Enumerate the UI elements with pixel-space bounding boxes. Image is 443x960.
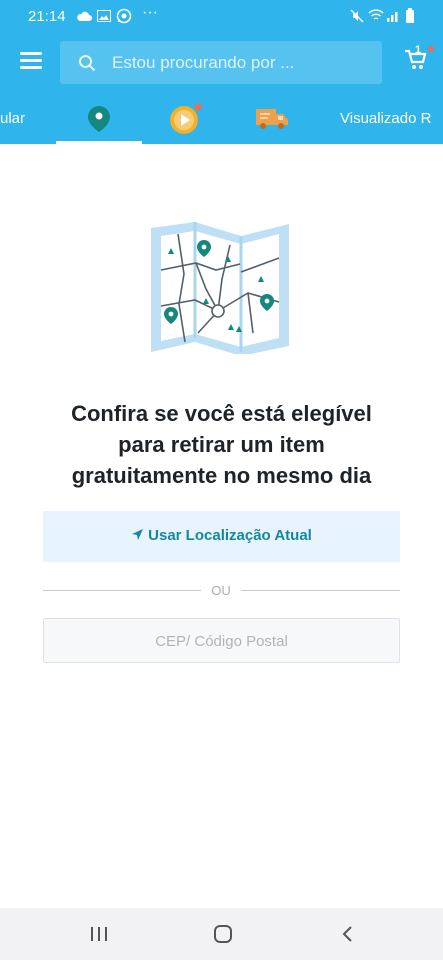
search-input[interactable]: Estou procurando por ... (60, 41, 382, 84)
headline-line-1: Confira se você está elegível (71, 401, 372, 426)
app-bar: Estou procurando por ... 1 (0, 32, 443, 94)
divider-left (43, 590, 201, 591)
home-icon[interactable] (213, 925, 233, 943)
image-icon (97, 10, 111, 22)
tab-play[interactable] (168, 103, 204, 140)
cart-count: 1 (415, 44, 422, 56)
use-current-location-label: Usar Localização Atual (148, 527, 312, 544)
back-icon[interactable] (341, 925, 353, 943)
mute-icon (350, 9, 364, 23)
navigation-arrow-icon (132, 529, 144, 540)
search-placeholder: Estou procurando por ... (112, 53, 295, 72)
system-navigation-bar (0, 908, 443, 960)
recent-apps-icon[interactable] (90, 926, 108, 942)
tab-bar: ular Visualizado R (0, 94, 443, 144)
page-headline: Confira se você está elegível para retir… (30, 398, 413, 491)
tab-delivery[interactable] (254, 105, 290, 136)
battery-icon (406, 8, 414, 23)
status-time: 21:14 (28, 8, 66, 25)
headline-line-3: gratuitamente no mesmo dia (71, 463, 372, 488)
map-pin-icon (88, 106, 110, 132)
whatsapp-icon (116, 8, 132, 24)
use-current-location-button[interactable]: Usar Localização Atual (43, 511, 400, 562)
cart-button[interactable]: 1 (404, 44, 434, 77)
menu-icon[interactable] (20, 52, 42, 70)
zip-code-input[interactable]: CEP/ Código Postal (43, 618, 400, 663)
divider-right (241, 590, 400, 591)
status-bar: 21:14 ··· (0, 0, 443, 32)
tab-local[interactable] (85, 104, 113, 139)
cart-notification-dot (428, 46, 434, 52)
map-illustration (148, 220, 294, 359)
headline-line-2: para retirar um item (118, 432, 325, 457)
or-label: OU (211, 583, 231, 598)
active-tab-indicator (56, 141, 142, 144)
search-icon (79, 55, 96, 72)
cloud-icon (77, 11, 92, 21)
tab-popular[interactable]: ular (0, 110, 25, 127)
folded-map-icon (151, 222, 289, 356)
more-notifications-icon: ··· (142, 4, 158, 21)
play-coin-icon (170, 103, 202, 134)
tab-recently-viewed[interactable]: Visualizado R (340, 110, 431, 127)
wifi-icon (368, 9, 384, 20)
signal-icon (387, 12, 398, 22)
zip-code-placeholder: CEP/ Código Postal (155, 633, 288, 650)
delivery-truck-icon (256, 109, 288, 129)
